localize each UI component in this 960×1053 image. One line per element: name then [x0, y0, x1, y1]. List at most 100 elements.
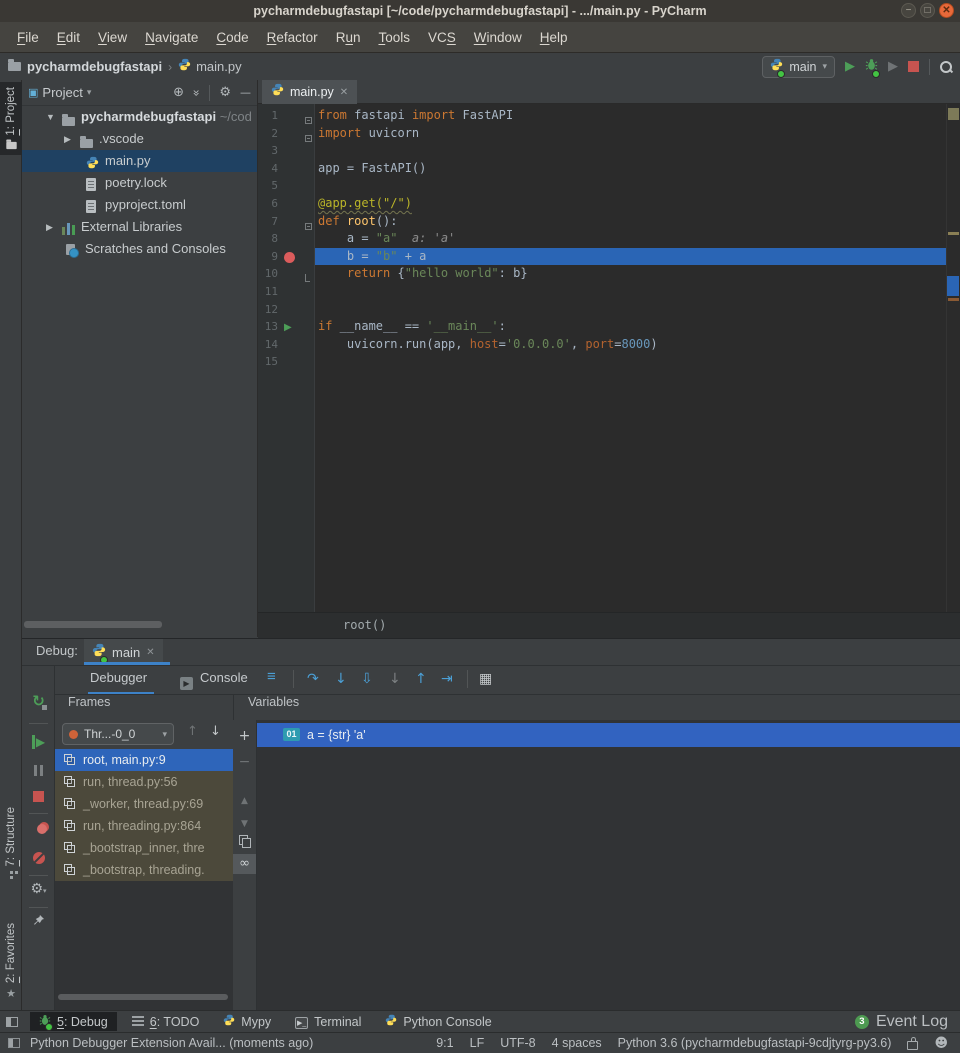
step-over-icon[interactable]: ↷: [307, 671, 319, 687]
code-line-4[interactable]: 4app = FastAPI(): [258, 160, 960, 178]
menu-view[interactable]: View: [89, 30, 136, 45]
chevron-down-icon[interactable]: ▼: [46, 106, 55, 128]
threads-view-icon[interactable]: ≡: [267, 668, 276, 685]
chevron-down-icon[interactable]: ▾: [87, 87, 92, 98]
code-line-6[interactable]: 6@app.get("/"): [258, 195, 960, 213]
menu-run[interactable]: Run: [327, 30, 370, 45]
code-line-13[interactable]: 13▶if __name__ == '__main__':: [258, 318, 960, 336]
minimize-button[interactable]: −: [901, 3, 916, 18]
stop-button[interactable]: [908, 61, 919, 72]
pin-button[interactable]: [22, 913, 55, 931]
tool-window-button-mypy[interactable]: Mypy: [214, 1012, 280, 1031]
code-line-15[interactable]: 15: [258, 353, 960, 371]
debug-button[interactable]: [865, 58, 878, 76]
chevron-right-icon[interactable]: ▶: [64, 128, 71, 150]
status-widget-4[interactable]: Python 3.6 (pycharmdebugfastapi-9cdjtyrg…: [618, 1036, 892, 1050]
toggle-tool-window-buttons-icon[interactable]: [8, 1038, 20, 1048]
breadcrumb-project[interactable]: pycharmdebugfastapi: [27, 59, 162, 74]
run-with-coverage-button[interactable]: ▶: [888, 59, 898, 74]
warning-stripe-mark[interactable]: [948, 232, 959, 235]
tree-item-pyproject-toml[interactable]: pyproject.toml: [22, 194, 257, 216]
status-widget-3[interactable]: 4 spaces: [552, 1036, 602, 1050]
code-line-8[interactable]: 8 a = "a" a: 'a': [258, 230, 960, 248]
breadcrumb-function[interactable]: root(): [343, 618, 386, 632]
status-widget-0[interactable]: 9:1: [436, 1036, 453, 1050]
next-frame-icon[interactable]: ↓: [210, 724, 221, 739]
frame-row[interactable]: _bootstrap_inner, thre: [55, 837, 233, 859]
status-widget-2[interactable]: UTF-8: [500, 1036, 535, 1050]
duplicate-watch-icon[interactable]: [233, 834, 256, 852]
tab-console[interactable]: Console: [200, 670, 248, 685]
tool-window-button-terminal[interactable]: ▶_Terminal: [286, 1012, 370, 1031]
project-panel-title[interactable]: Project: [42, 85, 82, 100]
code-line-14[interactable]: 14 uvicorn.run(app, host='0.0.0.0', port…: [258, 336, 960, 354]
frame-row[interactable]: run, threading.py:864: [55, 815, 233, 837]
editor-breadcrumbs[interactable]: root(): [258, 612, 960, 638]
menu-file[interactable]: File: [8, 30, 48, 45]
tree-item--vscode[interactable]: ▶.vscode: [22, 128, 257, 150]
menu-edit[interactable]: Edit: [48, 30, 89, 45]
menu-navigate[interactable]: Navigate: [136, 30, 207, 45]
breadcrumb-file[interactable]: main.py: [196, 59, 242, 74]
close-icon[interactable]: ✕: [340, 87, 348, 98]
run-button[interactable]: ▶: [845, 59, 855, 74]
run-to-cursor-icon[interactable]: ⇥: [441, 671, 453, 687]
stripe-button-project[interactable]: 1: Project: [0, 82, 22, 155]
run-line-icon[interactable]: ▶: [284, 319, 298, 337]
step-into-my-code-icon[interactable]: ⇩: [361, 671, 373, 687]
force-step-into-icon[interactable]: ↓: [389, 671, 401, 687]
analysis-status-indicator[interactable]: [948, 108, 959, 120]
code-line-2[interactable]: 2import uvicorn: [258, 125, 960, 143]
event-log-button[interactable]: 3 Event Log: [855, 1013, 954, 1031]
step-out-icon[interactable]: ↑: [415, 671, 427, 687]
step-into-icon[interactable]: ↓: [335, 671, 347, 687]
remove-watch-icon[interactable]: −: [233, 754, 256, 770]
gear-icon[interactable]: ⚙: [219, 85, 231, 100]
status-widget-1[interactable]: LF: [470, 1036, 485, 1050]
frame-row[interactable]: root, main.py:9: [55, 749, 233, 771]
hide-panel-icon[interactable]: —: [240, 86, 251, 99]
move-down-icon[interactable]: ▼: [233, 819, 256, 829]
inspections-profile-icon[interactable]: ☻: [934, 1036, 948, 1051]
tree-item-external-libraries[interactable]: ▶External Libraries: [22, 216, 257, 238]
close-button[interactable]: ✕: [939, 3, 954, 18]
tree-item-poetry-lock[interactable]: poetry.lock: [22, 172, 257, 194]
status-message[interactable]: Python Debugger Extension Avail... (mome…: [30, 1036, 313, 1050]
stripe-button-structure[interactable]: 7: Structure: [0, 802, 22, 879]
rerun-button[interactable]: ↻: [22, 693, 55, 711]
editor-error-stripe[interactable]: [946, 104, 960, 612]
thread-selector[interactable]: Thr...-0_0 ▾: [62, 723, 174, 745]
add-watch-icon[interactable]: +: [233, 728, 256, 744]
menu-window[interactable]: Window: [465, 30, 531, 45]
menu-tools[interactable]: Tools: [369, 30, 419, 45]
menu-code[interactable]: Code: [207, 30, 257, 45]
code-line-12[interactable]: 12: [258, 301, 960, 319]
toggle-tool-window-buttons-icon[interactable]: [6, 1017, 18, 1027]
editor-tab-main-py[interactable]: main.py ✕: [262, 80, 357, 104]
collapse-all-icon[interactable]: »: [190, 89, 204, 96]
frame-row[interactable]: run, thread.py:56: [55, 771, 233, 793]
maximize-button[interactable]: □: [920, 3, 935, 18]
code-line-11[interactable]: 11: [258, 283, 960, 301]
tree-item-pycharmdebugfastapi[interactable]: ▼pycharmdebugfastapi ~/cod: [22, 106, 257, 128]
frames-horizontal-scrollbar[interactable]: [58, 994, 228, 1000]
tree-item-scratches-and-consoles[interactable]: Scratches and Consoles: [22, 238, 257, 260]
locate-file-icon[interactable]: ⊕: [173, 85, 184, 100]
code-line-3[interactable]: 3: [258, 142, 960, 160]
run-configuration-select[interactable]: main ▾: [762, 56, 835, 78]
previous-frame-icon[interactable]: ↑: [187, 724, 198, 739]
frame-row[interactable]: _bootstrap, threading.: [55, 859, 233, 881]
chevron-right-icon[interactable]: ▶: [46, 216, 53, 238]
settings-gear-icon[interactable]: ⚙▾: [22, 881, 55, 897]
exec-line-stripe-mark[interactable]: [947, 276, 959, 296]
lock-icon[interactable]: [907, 1041, 918, 1050]
menu-vcs[interactable]: VCS: [419, 30, 465, 45]
tool-window-button-5-debug[interactable]: 5: Debug: [30, 1012, 117, 1031]
frame-row[interactable]: _worker, thread.py:69: [55, 793, 233, 815]
stop-button[interactable]: [22, 789, 55, 807]
close-icon[interactable]: ✕: [146, 647, 154, 658]
pause-button[interactable]: [22, 763, 55, 781]
warning-stripe-mark[interactable]: [948, 298, 959, 301]
view-breakpoints-button[interactable]: [22, 821, 55, 839]
mute-breakpoints-button[interactable]: [22, 851, 55, 869]
